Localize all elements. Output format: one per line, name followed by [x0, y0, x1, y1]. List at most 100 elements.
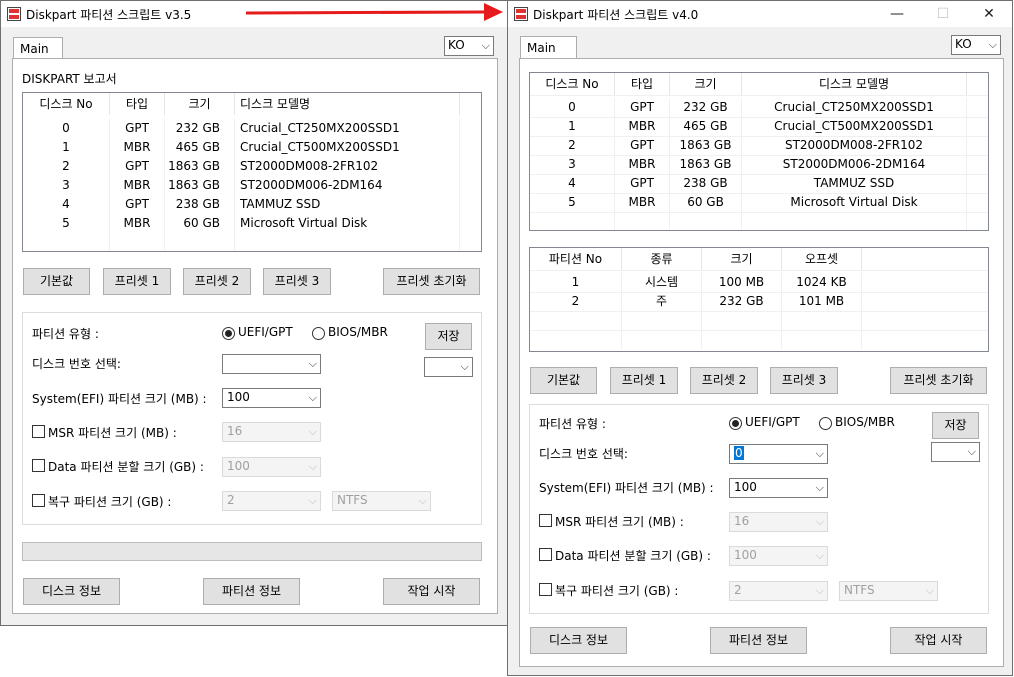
efi-size-value: 100 [734, 480, 757, 494]
data-split-select[interactable]: 100 ⌵ [729, 546, 828, 566]
column-header-model[interactable]: 디스크 모델명 [235, 93, 460, 115]
uefi-radio[interactable] [729, 417, 742, 430]
disk-select-label: 디스크 번호 선택: [539, 447, 628, 461]
chevron-down-icon: ⌵ [925, 584, 934, 597]
language-select[interactable]: KO ⌵ [951, 35, 1001, 55]
column-header-disk-no[interactable]: 디스크 No [23, 93, 110, 115]
preset-3-button[interactable]: 프리셋 3 [263, 268, 331, 295]
preset-1-button[interactable]: 프리셋 1 [610, 367, 678, 394]
bios-radio[interactable] [312, 327, 325, 340]
column-header-model[interactable]: 디스크 모델명 [742, 73, 967, 95]
column-header-offset[interactable]: 오프셋 [782, 248, 862, 270]
partition-info-button[interactable]: 파티션 정보 [710, 627, 807, 654]
filesystem-select[interactable]: NTFS ⌵ [839, 581, 938, 601]
column-header-size[interactable]: 크기 [702, 248, 782, 270]
progress-bar [22, 542, 482, 561]
language-value: KO [955, 37, 972, 51]
recovery-size-label[interactable]: 복구 파티션 크기 (GB) : [555, 582, 678, 599]
recovery-size-value: 2 [734, 583, 742, 597]
efi-size-select[interactable]: 100 ⌵ [222, 388, 321, 408]
data-split-label[interactable]: Data 파티션 분할 크기 (GB) : [48, 458, 204, 475]
uefi-radio[interactable] [222, 327, 235, 340]
save-button[interactable]: 저장 [932, 412, 979, 439]
chevron-down-icon: ⌵ [815, 515, 824, 528]
recovery-checkbox[interactable] [539, 583, 552, 596]
chevron-down-icon: ⌵ [308, 425, 317, 438]
column-header-partition-no[interactable]: 파티션 No [530, 248, 622, 270]
efi-size-label: System(EFI) 파티션 크기 (MB) : [539, 481, 714, 495]
disk-number-select[interactable]: ⌵ [222, 354, 321, 374]
filesystem-value: NTFS [844, 583, 875, 597]
preset-3-button[interactable]: 프리셋 3 [770, 367, 838, 394]
start-button[interactable]: 작업 시작 [383, 578, 480, 605]
preset-reset-button[interactable]: 프리셋 초기화 [383, 268, 480, 295]
window-v40: Diskpart 파티션 스크립트 v4.0 — ☐ ✕ Main KO ⌵ 디… [507, 0, 1013, 676]
chevron-down-icon: ⌵ [815, 481, 824, 494]
data-split-select[interactable]: 100 ⌵ [222, 457, 321, 477]
default-button[interactable]: 기본값 [23, 268, 90, 295]
maximize-button[interactable]: ☐ [920, 1, 966, 27]
preset-1-button[interactable]: 프리셋 1 [103, 268, 171, 295]
preset-2-button[interactable]: 프리셋 2 [183, 268, 251, 295]
efi-size-select[interactable]: 100 ⌵ [729, 478, 828, 498]
data-split-checkbox[interactable] [32, 459, 45, 472]
uefi-radio-label[interactable]: UEFI/GPT [745, 415, 800, 429]
disk-info-button[interactable]: 디스크 정보 [23, 578, 120, 605]
msr-size-value: 16 [734, 514, 750, 528]
msr-size-select[interactable]: 16 ⌵ [729, 512, 828, 532]
recovery-size-label[interactable]: 복구 파티션 크기 (GB) : [48, 493, 171, 510]
uefi-radio-label[interactable]: UEFI/GPT [238, 325, 293, 339]
filesystem-select[interactable]: NTFS ⌵ [332, 491, 431, 511]
data-split-label[interactable]: Data 파티션 분할 크기 (GB) : [555, 547, 711, 564]
msr-size-select[interactable]: 16 ⌵ [222, 422, 321, 442]
msr-checkbox[interactable] [32, 425, 45, 438]
column-header-disk-no[interactable]: 디스크 No [530, 73, 615, 95]
disk-info-button[interactable]: 디스크 정보 [530, 627, 627, 654]
recovery-size-select[interactable]: 2 ⌵ [222, 491, 321, 511]
column-header-type[interactable]: 타입 [615, 73, 670, 95]
msr-size-label[interactable]: MSR 파티션 크기 (MB) : [48, 424, 177, 441]
tab-main[interactable]: Main [520, 36, 577, 59]
recovery-size-select[interactable]: 2 ⌵ [729, 581, 828, 601]
preset-reset-button[interactable]: 프리셋 초기화 [890, 367, 987, 394]
disk-list[interactable]: 디스크 No 타입 크기 디스크 모델명 0 GPT 232 GB Crucial_C… [22, 92, 482, 252]
column-header-size[interactable]: 크기 [165, 93, 235, 115]
bios-radio[interactable] [819, 417, 832, 430]
disk-number-select[interactable]: 0 ⌵ [729, 444, 828, 464]
msr-checkbox[interactable] [539, 514, 552, 527]
chevron-down-icon: ⌵ [481, 39, 490, 52]
filesystem-value: NTFS [337, 493, 368, 507]
window-title: Diskpart 파티션 스크립트 v4.0 [533, 8, 699, 22]
column-header-type[interactable]: 타입 [110, 93, 165, 115]
recovery-checkbox[interactable] [32, 494, 45, 507]
tab-main[interactable]: Main [13, 37, 63, 59]
save-slot-select[interactable]: ⌵ [424, 357, 473, 377]
msr-size-label[interactable]: MSR 파티션 크기 (MB) : [555, 513, 684, 530]
default-button[interactable]: 기본값 [530, 367, 597, 394]
bios-radio-label[interactable]: BIOS/MBR [328, 325, 388, 339]
disk-list[interactable]: 디스크 No 타입 크기 디스크 모델명 0 GPT 232 GB Crucial_C… [529, 72, 989, 231]
title-bar[interactable]: Diskpart 파티션 스크립트 v4.0 — ☐ ✕ [508, 1, 1012, 27]
chevron-down-icon: ⌵ [460, 360, 469, 373]
partition-info-button[interactable]: 파티션 정보 [203, 578, 300, 605]
data-split-checkbox[interactable] [539, 548, 552, 561]
data-split-value: 100 [734, 548, 757, 562]
bios-radio-label[interactable]: BIOS/MBR [835, 415, 895, 429]
language-select[interactable]: KO ⌵ [444, 36, 494, 56]
language-value: KO [448, 38, 465, 52]
save-button[interactable]: 저장 [425, 323, 472, 350]
save-slot-select[interactable]: ⌵ [931, 442, 980, 462]
column-header-kind[interactable]: 종류 [622, 248, 702, 270]
start-button[interactable]: 작업 시작 [890, 627, 987, 654]
chevron-down-icon: ⌵ [308, 391, 317, 404]
partition-list[interactable]: 파티션 No 종류 크기 오프셋 1 시스템 100 MB 1024 KB 2 주 232… [529, 247, 989, 352]
disk-number-value: 0 [734, 446, 744, 460]
column-header-size[interactable]: 크기 [670, 73, 742, 95]
preset-2-button[interactable]: 프리셋 2 [690, 367, 758, 394]
partition-type-label: 파티션 유형 : [32, 327, 99, 341]
minimize-button[interactable]: — [874, 1, 920, 27]
title-bar[interactable]: Diskpart 파티션 스크립트 v3.5 [1, 1, 507, 27]
close-button[interactable]: ✕ [966, 1, 1012, 27]
chevron-down-icon: ⌵ [815, 584, 824, 597]
window-title: Diskpart 파티션 스크립트 v3.5 [26, 8, 192, 22]
